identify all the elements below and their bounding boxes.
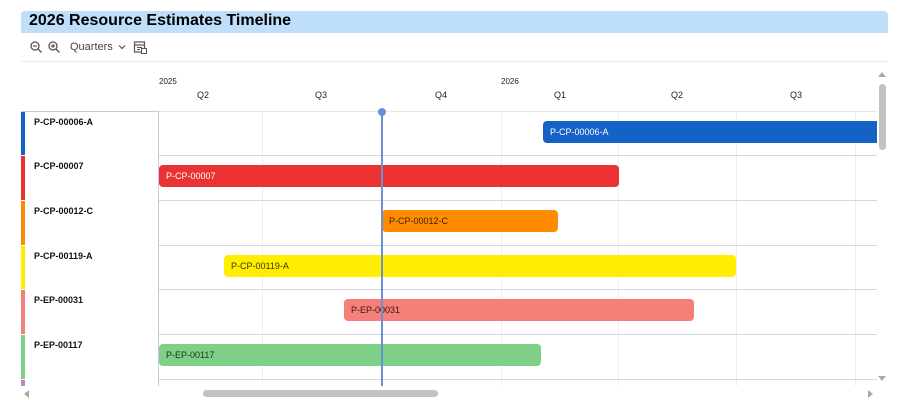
horizontal-scroll-thumb[interactable] [203,390,438,397]
quarter-label: Q2 [196,90,210,100]
timeline-bar-label: P-CP-00012-C [389,216,449,226]
quarter-label: Q1 [553,90,567,100]
row-color-indicator [21,156,25,200]
row-label[interactable]: P-CP-00006-A [34,117,93,127]
timeline-bar[interactable]: P-CP-00119-A [224,255,736,277]
toolbar: Quarters [21,36,888,60]
quarter-gridline [736,112,737,386]
row-color-indicator [21,112,25,155]
page-title: 2026 Resource Estimates Timeline [29,12,292,29]
quarter-gridline [855,112,856,386]
scroll-up-arrow[interactable] [878,72,886,77]
calendar-export-icon[interactable] [133,40,147,54]
timeline-bar[interactable]: P-CP-00012-C [382,210,558,232]
timeline-bar-label: P-EP-00031 [351,305,401,315]
row-label[interactable]: P-EP-00031 [34,295,83,305]
row-label[interactable]: P-EP-00117 [34,340,83,350]
quarter-gridline [618,112,619,386]
zoom-in-icon[interactable] [47,40,61,54]
row-color-indicator [21,335,25,379]
timeline-bar[interactable]: P-EP-00117 [159,344,541,366]
timeline-bar-label: P-CP-00007 [166,171,216,181]
row-label[interactable]: P-CP-00012-C [34,206,93,216]
timeline-bar[interactable]: P-EP-00031 [344,299,694,321]
scroll-left-arrow[interactable] [24,390,29,398]
vertical-scrollbar[interactable] [877,70,887,384]
timeline-bar-label: P-CP-00119-A [231,261,289,271]
row-color-indicator [21,201,25,245]
today-marker-handle[interactable] [378,108,386,116]
year-label: 2026 [501,77,519,86]
row-label[interactable]: P-CP-00007 [34,161,84,171]
today-marker[interactable] [381,112,383,386]
row-label-column: P-CP-00006-A P-CP-00007 P-CP-00012-C P-CP-0… [21,111,159,386]
timeline-bar-label: P-CP-00006-A [550,127,609,137]
scroll-down-arrow[interactable] [878,376,886,381]
row-label[interactable]: P-CP-00119-A [34,251,93,261]
timeline-bar[interactable]: P-CP-00006-A [543,121,877,143]
scroll-right-arrow[interactable] [868,390,873,398]
vertical-scroll-thumb[interactable] [879,84,886,150]
timeline-bar[interactable]: P-CP-00007 [159,165,619,187]
quarter-label: Q3 [314,90,328,100]
scale-dropdown[interactable]: Quarters [70,41,126,53]
timeline-bar-label: P-EP-00117 [166,350,215,360]
quarter-label: Q3 [789,90,803,100]
year-label: 2025 [159,77,177,86]
quarter-label: Q2 [670,90,684,100]
gantt-chart: 2025 2026 Q2 Q3 Q4 Q1 Q2 Q3 P-CP-00006-A P-CP-00… [21,62,877,386]
row-color-indicator [21,290,25,334]
title-bar: 2026 Resource Estimates Timeline [21,11,888,33]
chevron-down-icon [118,45,126,50]
horizontal-scrollbar[interactable] [21,386,877,400]
quarter-label: Q4 [434,90,448,100]
row-color-indicator [21,246,25,289]
scale-dropdown-label: Quarters [70,41,113,53]
zoom-out-icon[interactable] [29,40,43,54]
